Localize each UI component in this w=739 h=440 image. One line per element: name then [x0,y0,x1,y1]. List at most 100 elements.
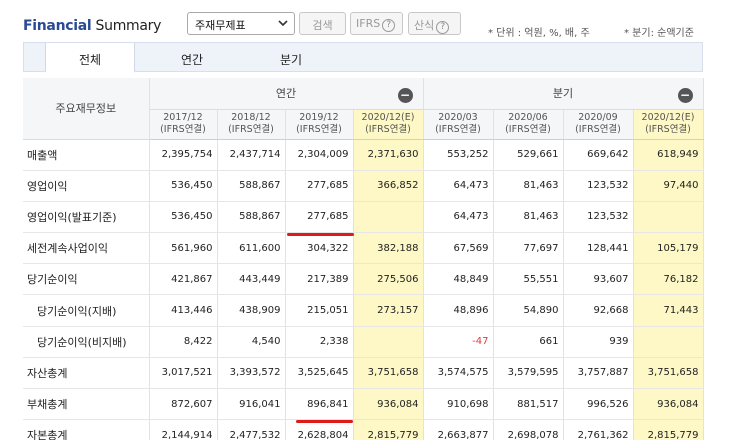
table-cell: 936,084 [353,388,424,421]
column-header-period: 2020/06 (IFRS연결) [493,109,564,140]
table-cell: 54,890 [493,294,564,327]
table-cell: 8,422 [149,326,218,358]
table-cell: 561,960 [149,232,218,265]
table-cell: 2,815,779 [353,419,424,440]
unit-note: * 단위 : 억원, %, 배, 주 [488,28,590,39]
table-row: 부채총계 872,607 916,041 896,841 936,084 910,698 8… [23,388,704,421]
basis-label: (IFRS연결) [365,124,411,135]
search-button[interactable]: 검색 [299,12,346,35]
row-label: 자본총계 [23,419,150,440]
table-cell: 669,642 [563,139,634,171]
table-cell: 3,751,658 [633,357,704,390]
table-row: 매출액 2,395,754 2,437,714 2,304,009 2,371,630 5… [23,139,704,171]
statement-type-value: 주재무제표 [195,19,246,32]
table-cell: 105,179 [633,232,704,265]
table-cell: 93,607 [563,263,634,296]
table-cell: 413,446 [149,294,218,327]
table-cell: 2,698,078 [493,419,564,440]
tab-annual[interactable]: 연간 [147,43,237,72]
table-cell: 92,668 [563,294,634,327]
table-cell: 910,698 [423,388,494,421]
table-cell: 77,697 [493,232,564,265]
table-cell: 64,473 [423,201,494,234]
table-cell: 81,463 [493,170,564,202]
table-cell: 896,841 [285,388,354,421]
period-label: 2020/06 [508,112,548,123]
row-label: 부채총계 [23,388,150,421]
table-cell: 4,540 [217,326,286,358]
table-cell: 128,441 [563,232,634,265]
help-icon: ? [382,19,396,32]
table-cell: 215,051 [285,294,354,327]
collapse-quarter-icon[interactable]: − [677,88,693,103]
table-cell: 217,389 [285,263,354,296]
table-row: 당기순이익(지배) 413,446 438,909 215,051 273,157 48,… [23,294,704,327]
table-cell: 2,395,754 [149,139,218,171]
basis-label: (IFRS연결) [505,124,551,135]
table-row: 당기순이익(비지배) 8,422 4,540 2,338 -47 661 939 [23,326,704,358]
table-cell: 936,084 [633,388,704,421]
table-cell: 611,600 [217,232,286,265]
row-label: 당기순이익 [23,263,150,296]
table-cell: 67,569 [423,232,494,265]
ifrs-label: IFRS [356,17,381,30]
chevron-down-icon [278,16,288,33]
column-header-period: 2020/12(E) (IFRS연결) [633,109,704,140]
table-row: 당기순이익 421,867 443,449 217,389 275,506 48,849 5… [23,263,704,296]
table-cell: 76,182 [633,263,704,296]
table-cell: 3,751,658 [353,357,424,390]
table-cell: 588,867 [217,170,286,202]
table-row: 영업이익(발표기준) 536,450 588,867 277,685 64,473 81,… [23,201,704,234]
table-cell: 3,757,887 [563,357,634,390]
table-cell: 3,574,575 [423,357,494,390]
tab-all[interactable]: 전체 [45,43,135,73]
table-cell: 2,338 [285,326,354,358]
table-row: 자본총계 2,144,914 2,477,532 2,628,804 2,815,779… [23,419,704,440]
column-header-period: 2020/09 (IFRS연결) [563,109,634,140]
table-cell: 553,252 [423,139,494,171]
ifrs-button[interactable]: IFRS? [350,12,403,35]
help-icon: ? [436,21,450,34]
row-label: 당기순이익(지배) [23,294,150,327]
tab-quarterly[interactable]: 분기 [246,43,336,72]
row-label: 영업이익(발표기준) [23,201,150,234]
table-cell: 661 [493,326,564,358]
title-summary: Summary [95,18,162,34]
table-cell: 2,437,714 [217,139,286,171]
row-label: 영업이익 [23,170,150,202]
table-cell [353,201,424,234]
table-cell: 123,532 [563,170,634,202]
formula-button[interactable]: 산식? [408,12,461,35]
row-label: 매출액 [23,139,150,171]
table-cell: 996,526 [563,388,634,421]
column-header-period: 2018/12 (IFRS연결) [217,109,286,140]
table-row: 영업이익 536,450 588,867 277,685 366,852 64,473 81… [23,170,704,202]
table-cell: 48,849 [423,263,494,296]
period-tabs: 전체 연간 분기 [23,42,703,73]
table-cell: 588,867 [217,201,286,234]
basis-label: (IFRS연결) [435,124,481,135]
table-cell: 3,579,595 [493,357,564,390]
annotation-underline-2 [296,420,353,423]
table-cell: 382,188 [353,232,424,265]
table-cell: 443,449 [217,263,286,296]
table-cell: 2,304,009 [285,139,354,171]
table-cell: 81,463 [493,201,564,234]
statement-type-select[interactable]: 주재무제표 [187,12,295,35]
annotation-underline-1 [287,233,354,236]
period-label: 2019/12 [299,112,339,123]
period-label: 2020/12(E) [361,112,415,123]
row-label: 당기순이익(비지배) [23,326,150,358]
table-cell: -47 [423,326,494,358]
table-cell: 2,371,630 [353,139,424,171]
collapse-annual-icon[interactable]: − [397,88,413,103]
row-label: 세전계속사업이익 [23,232,150,265]
column-header-period: 2017/12 (IFRS연결) [149,109,218,140]
group-header-annual: 연간 − [149,78,424,110]
table-cell: 916,041 [217,388,286,421]
table-cell: 2,815,779 [633,419,704,440]
basis-label: (IFRS연결) [296,124,342,135]
table-row: 세전계속사업이익 561,960 611,600 304,322 382,188 67,5… [23,232,704,265]
title-financial: Financial [23,18,92,34]
group-header-quarter: 분기 − [423,78,704,110]
